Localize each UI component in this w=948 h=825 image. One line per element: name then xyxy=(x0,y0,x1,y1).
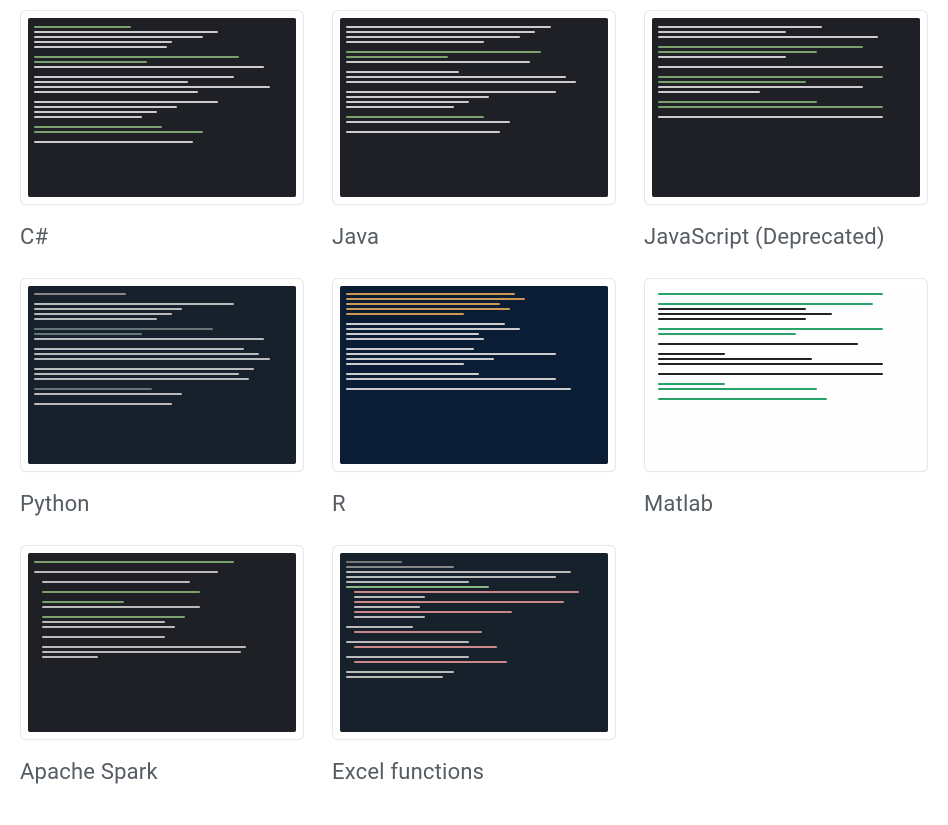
thumbnail-frame[interactable] xyxy=(20,545,304,740)
code-thumbnail xyxy=(652,18,920,197)
card-label-text: Java xyxy=(332,225,379,250)
card-label[interactable]: C# xyxy=(20,225,304,250)
card-label-text: C# xyxy=(20,225,48,250)
card-label[interactable]: Java xyxy=(332,225,616,250)
code-thumbnail xyxy=(28,286,296,465)
thumbnail-frame[interactable] xyxy=(644,10,928,205)
card-label[interactable]: JavaScript (Deprecated) xyxy=(644,225,928,250)
thumbnail-frame[interactable] xyxy=(644,278,928,473)
thumbnail-frame[interactable] xyxy=(332,545,616,740)
code-thumbnail xyxy=(340,553,608,732)
card-label[interactable]: Apache Spark xyxy=(20,760,304,785)
card-label-text: Excel functions xyxy=(332,760,484,785)
code-thumbnail xyxy=(652,286,920,465)
card-matlab[interactable]: Matlab xyxy=(644,278,928,518)
card-java[interactable]: Java xyxy=(332,10,616,250)
thumbnail-frame[interactable] xyxy=(332,10,616,205)
card-label-text: R xyxy=(332,492,346,517)
code-thumbnail xyxy=(28,18,296,197)
code-thumbnail xyxy=(340,286,608,465)
card-label-text: Apache Spark xyxy=(20,760,158,785)
card-label-text: JavaScript xyxy=(644,225,749,250)
card-csharp[interactable]: C# xyxy=(20,10,304,250)
card-label[interactable]: Excel functions xyxy=(332,760,616,785)
card-label-text: Python xyxy=(20,492,90,517)
thumbnail-frame[interactable] xyxy=(20,278,304,473)
card-python[interactable]: Python xyxy=(20,278,304,518)
card-label-text: Matlab xyxy=(644,492,713,517)
thumbnail-frame[interactable] xyxy=(332,278,616,473)
card-javascript[interactable]: JavaScript (Deprecated) xyxy=(644,10,928,250)
card-spark[interactable]: Apache Spark xyxy=(20,545,304,785)
code-thumbnail xyxy=(28,553,296,732)
card-label[interactable]: Matlab xyxy=(644,492,928,517)
card-excel[interactable]: Excel functions xyxy=(332,545,616,785)
card-r[interactable]: R xyxy=(332,278,616,518)
card-label[interactable]: Python xyxy=(20,492,304,517)
card-label-suffix: (Deprecated) xyxy=(749,225,884,250)
card-label[interactable]: R xyxy=(332,492,616,517)
code-thumbnail xyxy=(340,18,608,197)
thumbnail-frame[interactable] xyxy=(20,10,304,205)
